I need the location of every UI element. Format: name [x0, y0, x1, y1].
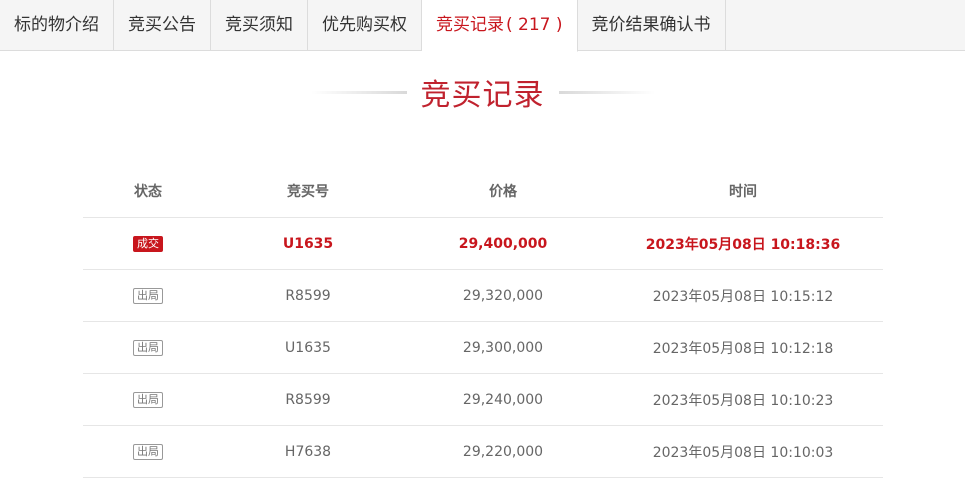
table-row: 出局 R8599 29,240,000 2023年05月08日 10:10:23 — [83, 373, 883, 426]
tab-preemptive-right[interactable]: 优先购买权 — [308, 0, 422, 51]
tab-bidding-notice[interactable]: 竞买须知 — [211, 0, 308, 51]
tab-result-confirmation[interactable]: 竞价结果确认书 — [578, 0, 726, 51]
table-header-row: 状态 竞买号 价格 时间 — [83, 165, 883, 218]
status-cell: 出局 — [83, 269, 213, 322]
tab-auction-announcement[interactable]: 竞买公告 — [114, 0, 211, 51]
section-header: 竞买记录 — [0, 70, 965, 114]
tab-label: 竞买记录 — [436, 15, 504, 35]
table-row: 出局 H7638 29,220,000 2023年05月08日 10:10:03 — [83, 425, 883, 478]
bid-number-cell: U1635 — [213, 217, 403, 270]
tab-label: 竞买公告 — [128, 15, 196, 35]
time-cell: 2023年05月08日 10:12:18 — [603, 321, 883, 374]
table-row: 出局 U1635 29,300,000 2023年05月08日 10:12:18 — [83, 321, 883, 374]
header-status: 状态 — [83, 165, 213, 218]
status-badge: 出局 — [133, 444, 163, 460]
price-cell: 29,300,000 — [403, 321, 603, 374]
title-divider-right — [558, 90, 655, 94]
header-time: 时间 — [603, 165, 883, 218]
status-cell: 出局 — [83, 321, 213, 374]
table-row: 出局 R8599 29,320,000 2023年05月08日 10:15:12 — [83, 269, 883, 322]
tab-record-count: ( 217 ) — [506, 15, 563, 35]
price-cell: 29,220,000 — [403, 425, 603, 478]
time-cell: 2023年05月08日 10:15:12 — [603, 269, 883, 322]
tab-item-introduction[interactable]: 标的物介绍 — [0, 0, 114, 51]
bid-number-cell: R8599 — [213, 373, 403, 426]
title-divider-left — [310, 90, 407, 94]
status-badge: 出局 — [133, 340, 163, 356]
bid-number-cell: R8599 — [213, 269, 403, 322]
price-cell: 29,240,000 — [403, 373, 603, 426]
time-cell: 2023年05月08日 10:18:36 — [603, 217, 883, 270]
tab-label: 标的物介绍 — [14, 15, 99, 35]
section-title: 竞买记录 — [420, 78, 545, 113]
status-badge: 出局 — [133, 288, 163, 304]
bid-records-table: 状态 竞买号 价格 时间 成交 U1635 29,400,000 2023年05… — [83, 165, 883, 478]
header-bid-number: 竞买号 — [213, 165, 403, 218]
status-cell: 成交 — [83, 217, 213, 270]
bid-number-cell: U1635 — [213, 321, 403, 374]
header-price: 价格 — [403, 165, 603, 218]
status-cell: 出局 — [83, 425, 213, 478]
table-row: 成交 U1635 29,400,000 2023年05月08日 10:18:36 — [83, 217, 883, 270]
time-cell: 2023年05月08日 10:10:23 — [603, 373, 883, 426]
tab-bid-records[interactable]: 竞买记录( 217 ) — [422, 0, 578, 52]
status-cell: 出局 — [83, 373, 213, 426]
tab-label: 竞买须知 — [225, 15, 293, 35]
tab-label: 竞价结果确认书 — [591, 15, 711, 35]
tab-bar: 标的物介绍 竞买公告 竞买须知 优先购买权 竞买记录( 217 ) 竞价结果确认… — [0, 0, 965, 52]
price-cell: 29,400,000 — [403, 217, 603, 270]
tab-label: 优先购买权 — [322, 15, 407, 35]
status-badge: 成交 — [133, 236, 163, 252]
time-cell: 2023年05月08日 10:10:03 — [603, 425, 883, 478]
status-badge: 出局 — [133, 392, 163, 408]
bid-number-cell: H7638 — [213, 425, 403, 478]
price-cell: 29,320,000 — [403, 269, 603, 322]
